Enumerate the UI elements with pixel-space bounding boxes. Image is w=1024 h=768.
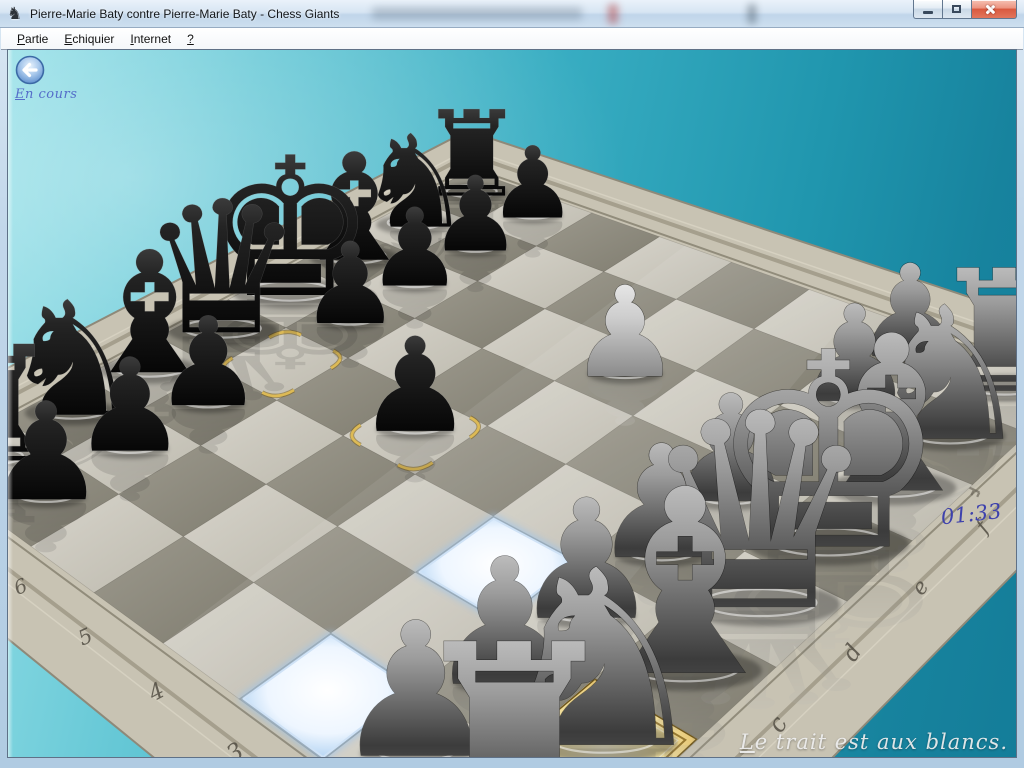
- piece-glyph: ♟: [8, 374, 106, 531]
- maximize-button[interactable]: [942, 0, 971, 19]
- back-button[interactable]: [14, 54, 46, 86]
- glass-reflection: [608, 4, 618, 24]
- piece-glyph: ♟: [357, 310, 474, 462]
- menu-label: nternet: [134, 32, 171, 46]
- menu-echiquier[interactable]: Echiquier: [56, 30, 122, 48]
- menu-label: artie: [25, 32, 48, 46]
- piece-glyph: ♜: [402, 591, 626, 757]
- chess-board-3d[interactable]: 12345678abcdefgh1. f4 d501:33♜♜♟♟♞♞♟♟♝♝♟…: [8, 50, 1016, 757]
- menu-accel: ?: [187, 32, 194, 46]
- minimize-button[interactable]: [913, 0, 942, 19]
- application-window: ♞ Pierre-Marie Baty contre Pierre-Marie …: [0, 0, 1024, 768]
- menu-label: chiquier: [72, 32, 114, 46]
- menu-partie[interactable]: Partie: [9, 30, 56, 48]
- glass-reflection: [748, 4, 756, 24]
- window-title: Pierre-Marie Baty contre Pierre-Marie Ba…: [30, 7, 339, 21]
- window-controls: [913, 0, 1017, 19]
- piece-white-r-a1[interactable]: ♜♜: [402, 591, 626, 757]
- menu-bar: Partie Echiquier Internet ?: [1, 28, 1023, 50]
- maximize-icon: [952, 5, 961, 13]
- close-button[interactable]: [971, 0, 1017, 19]
- app-knight-icon: ♞: [7, 4, 25, 24]
- menu-accel: P: [17, 32, 25, 46]
- piece-black-p-d5[interactable]: ♟♟: [357, 310, 474, 495]
- game-state-label: En cours: [15, 87, 77, 102]
- titlebar[interactable]: ♞ Pierre-Marie Baty contre Pierre-Marie …: [0, 0, 1024, 28]
- turn-status-label: Le trait est aux blancs.: [740, 730, 1008, 754]
- menu-internet[interactable]: Internet: [122, 30, 179, 48]
- minimize-icon: [923, 11, 933, 14]
- game-state-rest: n cours: [25, 87, 77, 102]
- game-view: 12345678abcdefgh1. f4 d501:33♜♜♟♟♞♞♟♟♝♝♟…: [8, 50, 1016, 757]
- glass-reflection: [372, 7, 582, 20]
- piece-black-p-a7[interactable]: ♟♟: [8, 374, 106, 565]
- status-rest: e trait est aux blancs.: [755, 730, 1008, 754]
- game-state-initial: E: [15, 87, 25, 102]
- status-initial: L: [740, 730, 755, 754]
- menu-help[interactable]: ?: [179, 30, 202, 48]
